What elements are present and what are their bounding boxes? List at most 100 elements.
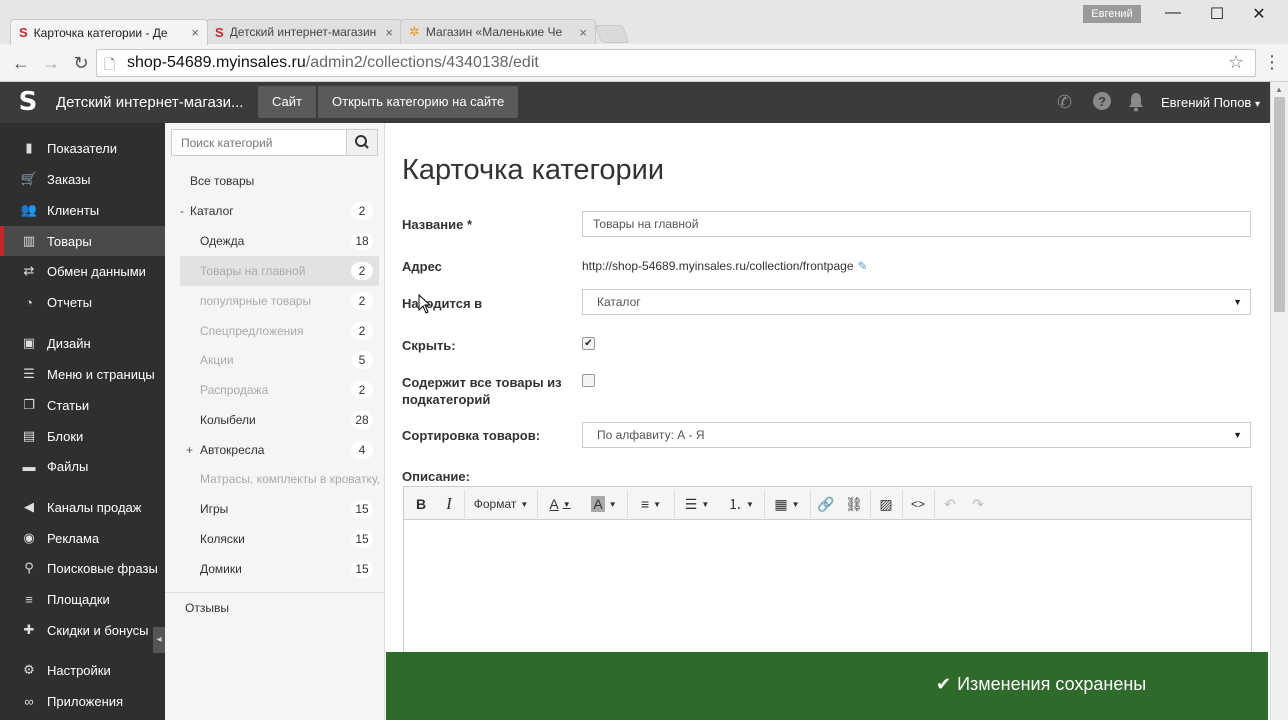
category-reviews[interactable]: Отзывы [185,593,384,623]
user-menu[interactable]: Евгений Попов ▾ [1161,95,1260,110]
forward-icon[interactable]: → [40,53,62,73]
source-code-icon[interactable]: <> [906,492,930,516]
toolbar-separator [674,490,675,518]
users-icon: 👥 [20,202,38,217]
unlink-icon[interactable]: ⛓ [842,492,866,516]
toast-text: Изменения сохранены [957,674,1147,694]
close-icon[interactable]: × [579,25,587,40]
search-button[interactable] [346,129,378,156]
tab-title: Карточка категории - Де [33,25,168,40]
description-label: Описание: [402,469,470,484]
sidebar-item-menu-pages[interactable]: ☰ Меню и страницы [0,359,165,389]
browser-menu-icon[interactable]: ⋮ [1263,52,1281,73]
expand-toggle[interactable]: + [180,443,200,457]
category-item[interactable]: Одежда 18 [180,226,379,256]
sidebar-item-discounts[interactable]: ✚ Скидки и бонусы [0,615,165,645]
category-item[interactable]: + Автокресла 4 [180,435,379,465]
sidebar-item-label: Отчеты [47,294,92,310]
sidebar-item-search-phrases[interactable]: ⚲ Поисковые фразы [0,553,165,583]
numbered-list-button[interactable]: ⒈ ▼ [722,492,760,516]
open-category-button[interactable]: Открыть категорию на сайте [318,86,519,118]
bg-color-button[interactable]: A ▼ [586,492,622,516]
include-subcategories-checkbox[interactable] [582,374,595,387]
undo-icon[interactable]: ↶ [938,492,962,516]
sidebar-item-articles[interactable]: ❐ Статьи [0,390,165,420]
collapse-sidebar-button[interactable]: ◂ [153,627,165,653]
text-color-button[interactable]: A ▼ [542,492,578,516]
sidebar-item-data-exchange[interactable]: ⇄ Обмен данными [0,256,165,286]
sidebar-item-label: Меню и страницы [47,366,155,382]
hide-checkbox[interactable]: ✔ [582,337,595,350]
sidebar-item-orders[interactable]: 🛒 Заказы [0,164,165,194]
image-icon[interactable]: ▨ [874,492,898,516]
bullet-list-button[interactable]: ☰ ▼ [678,492,716,516]
bell-icon[interactable] [1127,92,1145,117]
sort-select[interactable]: По алфавиту: А - Я ▼ [582,422,1251,448]
bold-button[interactable]: B [410,492,432,516]
help-icon[interactable]: ? [1092,91,1112,116]
maximize-icon[interactable]: ☐ [1202,4,1232,24]
caret-icon: ▼ [701,499,710,509]
category-item[interactable]: Игры 15 [180,494,379,524]
sidebar-item-design[interactable]: ▣ Дизайн [0,328,165,358]
reload-icon[interactable]: ↻ [70,53,92,73]
insales-logo[interactable]: S [14,87,42,118]
address-bar[interactable]: shop-54689.myinsales.ru/admin2/collectio… [96,49,1256,77]
sidebar-item-marketplaces[interactable]: ≡ Площадки [0,584,165,614]
back-icon[interactable]: ← [10,53,32,73]
new-tab-button[interactable] [594,25,630,43]
category-item[interactable]: Акции 5 [180,345,379,375]
category-label: Матрасы, комплекты в кроватку, [200,472,379,486]
category-item[interactable]: Матрасы, комплекты в кроватку, [180,464,379,494]
category-item[interactable]: популярные товары 2 [180,286,379,316]
collapse-toggle[interactable]: - [180,204,190,218]
sidebar-item-blocks[interactable]: ▤ Блоки [0,421,165,451]
sidebar-item-ads[interactable]: ◉ Реклама [0,523,165,553]
category-item[interactable]: Коляски 15 [180,524,379,554]
browser-tab[interactable]: S Детский интернет-магазин × [206,19,402,44]
site-button[interactable]: Сайт [258,86,316,118]
sidebar-item-sales-channels[interactable]: ◀ Каналы продаж [0,492,165,522]
bookmark-star-icon[interactable]: ☆ [1228,52,1244,73]
scroll-up-icon[interactable]: ▲ [1275,85,1283,94]
sidebar-item-settings[interactable]: ⚙ Настройки [0,655,165,685]
category-item[interactable]: Домики 15 [180,554,379,584]
category-item[interactable]: Спецпредложения 2 [180,316,379,346]
category-item[interactable]: Распродажа 2 [180,375,379,405]
sidebar-item-dashboard[interactable]: ▮ Показатели [0,133,165,163]
parent-category-select[interactable]: Каталог ▼ [582,289,1251,315]
pencil-icon[interactable]: ✎ [858,259,868,273]
redo-icon[interactable]: ↷ [966,492,990,516]
sidebar-item-clients[interactable]: 👥 Клиенты [0,195,165,225]
scroll-thumb[interactable] [1274,97,1285,312]
link-icon[interactable]: 🔗 [814,492,838,516]
italic-button[interactable]: I [438,492,460,516]
store-name[interactable]: Детский интернет-магази... [56,94,246,111]
caret-icon: ▼ [520,499,529,509]
phone-icon[interactable]: ✆ [1057,92,1072,113]
category-item[interactable]: Колыбели 28 [180,405,379,435]
minimize-icon[interactable]: — [1158,4,1188,22]
format-dropdown[interactable]: Формат ▼ [470,492,532,516]
page-icon[interactable]: 🗋 [104,54,115,78]
page-scrollbar[interactable]: ▲ [1270,82,1288,720]
category-all-products[interactable]: Все товары [190,166,389,196]
close-icon[interactable]: × [385,25,393,40]
close-icon[interactable]: × [191,25,199,40]
browser-tab-active[interactable]: S Карточка категории - Де × [10,19,208,45]
category-catalog[interactable]: - Каталог 2 [180,196,379,226]
sidebar-item-reports[interactable]: ◔ Отчеты [0,287,165,317]
profile-badge[interactable]: Евгений [1083,5,1141,23]
sidebar-item-files[interactable]: ▬ Файлы [0,451,165,481]
browser-tab[interactable]: ✲ Магазин «Маленькие Че × [400,19,596,44]
sidebar-item-products[interactable]: ▥ Товары [0,226,165,256]
table-button[interactable]: ▦ ▼ [768,492,806,516]
category-label: Спецпредложения [200,324,304,338]
list-icon: ≡ [25,591,33,607]
category-item-selected[interactable]: Товары на главной 2 [180,256,379,286]
name-input[interactable]: Товары на главной [582,211,1251,237]
sidebar-item-apps[interactable]: ∞ Приложения [0,686,165,716]
close-window-icon[interactable]: ✕ [1244,4,1274,24]
align-button[interactable]: ≡ ▼ [632,492,670,516]
category-search-input[interactable] [171,129,347,156]
